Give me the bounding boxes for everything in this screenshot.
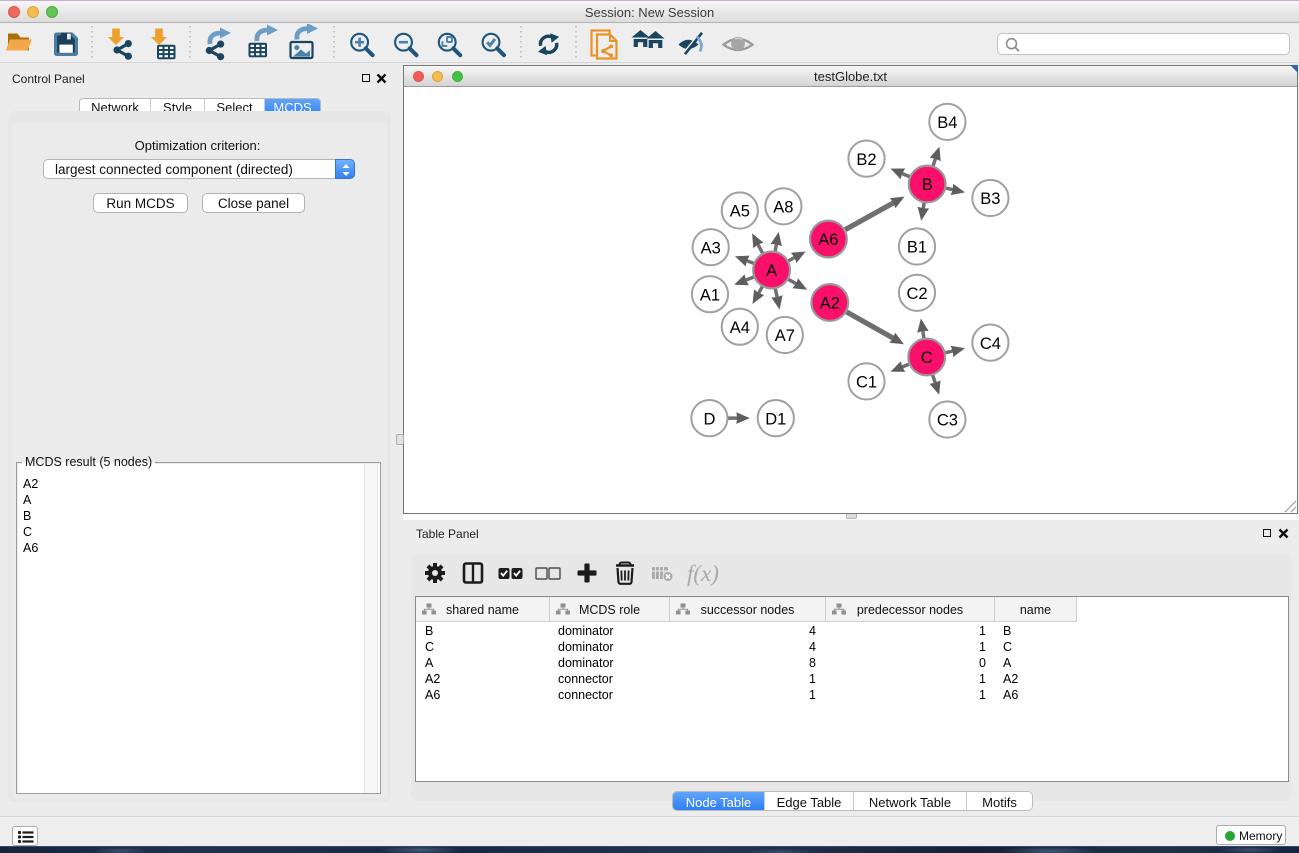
svg-text:B4: B4 — [937, 114, 957, 132]
svg-text:B: B — [922, 176, 933, 194]
svg-text:C: C — [921, 349, 933, 367]
svg-text:A7: A7 — [775, 327, 795, 345]
svg-text:A6: A6 — [818, 231, 838, 249]
svg-text:B2: B2 — [856, 151, 876, 169]
svg-text:A8: A8 — [773, 199, 793, 217]
svg-text:f(x): f(x) — [687, 561, 719, 586]
svg-text:A1: A1 — [700, 286, 720, 304]
svg-text:A3: A3 — [701, 239, 721, 257]
svg-text:B1: B1 — [907, 239, 927, 257]
svg-text:D1: D1 — [765, 410, 786, 428]
svg-text:A: A — [766, 262, 777, 280]
svg-text:D: D — [703, 410, 715, 428]
svg-text:C2: C2 — [906, 285, 927, 303]
svg-text:C1: C1 — [856, 374, 877, 392]
svg-text:A2: A2 — [820, 295, 840, 313]
svg-text:A4: A4 — [730, 319, 750, 337]
svg-text:A5: A5 — [730, 203, 750, 221]
svg-text:C4: C4 — [980, 335, 1001, 353]
svg-text:C3: C3 — [937, 412, 958, 430]
svg-text:B3: B3 — [980, 190, 1000, 208]
